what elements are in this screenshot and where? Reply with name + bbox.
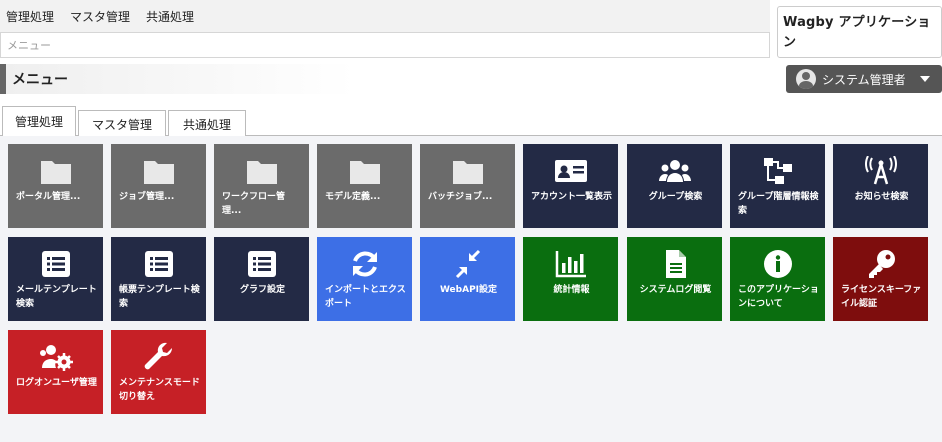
menu-tile[interactable]: モデル定義... (317, 144, 412, 228)
folder-icon (214, 154, 309, 188)
menu-title: メニュー (12, 72, 68, 88)
menu-tile[interactable]: インポートとエクスポート (317, 237, 412, 321)
menu-tile-label: システムログ閲覧 (639, 285, 712, 295)
menu-tile[interactable]: アカウント一覧表示 (523, 144, 618, 228)
menu-tile-label: WebAPI設定 (439, 285, 498, 295)
users-cog-icon (8, 340, 103, 374)
menu-tile[interactable]: ログオンユーザ管理 (8, 330, 103, 414)
menu-tile-label: メンテナンスモード切り替え (119, 378, 200, 402)
wrench-icon (111, 340, 206, 374)
menu-tile-label: ライセンスキーファイル認証 (841, 285, 922, 309)
id-card-icon (523, 154, 618, 188)
sitemap-icon (730, 154, 825, 188)
menu-tile-label: グラフ設定 (239, 285, 285, 295)
menu-tile-label: グループ階層情報検索 (738, 192, 819, 216)
menu-search-input[interactable] (0, 32, 770, 58)
bar-chart-icon (523, 247, 618, 281)
menu-tile-label: お知らせ検索 (854, 192, 909, 202)
top-nav-item-common[interactable]: 共通処理 (146, 8, 194, 25)
folder-icon (420, 154, 515, 188)
broadcast-icon (833, 154, 928, 188)
menu-tile-label: このアプリケーションについて (738, 285, 819, 309)
user-name: システム管理者 (822, 72, 906, 87)
file-text-icon (627, 247, 722, 281)
menu-tile[interactable]: ジョブ管理... (111, 144, 206, 228)
menu-tile[interactable]: 統計情報 (523, 237, 618, 321)
menu-tile-label: 帳票テンプレート検索 (119, 285, 200, 309)
folder-icon (317, 154, 412, 188)
sync-icon (317, 247, 412, 281)
folder-icon (8, 154, 103, 188)
menu-tile-label: ジョブ管理... (119, 192, 175, 202)
folder-icon (111, 154, 206, 188)
tab-admin[interactable]: 管理処理 (2, 106, 76, 137)
menu-tile-label: モデル定義... (325, 192, 381, 202)
menu-tile-label: インポートとエクスポート (325, 285, 406, 309)
user-menu-button[interactable]: システム管理者 (786, 65, 942, 93)
menu-tile-label: ワークフロー管理... (222, 192, 286, 216)
tab-label: マスタ管理 (91, 117, 152, 132)
menu-tile-label: バッチジョブ... (428, 192, 493, 202)
menu-tile[interactable]: グループ階層情報検索 (730, 144, 825, 228)
top-nav-item-admin[interactable]: 管理処理 (6, 8, 54, 25)
tab-common[interactable]: 共通処理 (168, 110, 246, 137)
menu-tile-label: ポータル管理... (16, 192, 81, 202)
list-icon (111, 247, 206, 281)
compress-icon (420, 247, 515, 281)
tab-bar: 管理処理 マスタ管理 共通処理 (0, 106, 942, 137)
menu-tile-panel: ポータル管理... ジョブ管理... ワークフロー管理... モデル定義... バッチジ… (0, 136, 942, 442)
menu-tile-label: アカウント一覧表示 (531, 192, 613, 202)
menu-tile[interactable]: システムログ閲覧 (627, 237, 722, 321)
menu-tile-label: グループ検索 (648, 192, 703, 202)
tab-master[interactable]: マスタ管理 (78, 110, 166, 137)
menu-tile[interactable]: お知らせ検索 (833, 144, 928, 228)
app-name: Wagby アプリケーション (777, 6, 942, 58)
tab-label: 共通処理 (182, 117, 231, 132)
menu-tile[interactable]: メールテンプレート検索 (8, 237, 103, 321)
menu-tile-label: 統計情報 (553, 285, 590, 295)
list-icon (214, 247, 309, 281)
menu-header: メニュー (0, 64, 355, 94)
top-nav-item-master[interactable]: マスタ管理 (70, 8, 130, 25)
menu-tile[interactable]: ワークフロー管理... (214, 144, 309, 228)
menu-tile[interactable]: グラフ設定 (214, 237, 309, 321)
menu-tile-label: ログオンユーザ管理 (16, 378, 97, 388)
menu-tile[interactable]: ポータル管理... (8, 144, 103, 228)
user-avatar-icon (796, 69, 816, 89)
menu-tile-label: メールテンプレート検索 (16, 285, 97, 309)
menu-tile[interactable]: 帳票テンプレート検索 (111, 237, 206, 321)
key-icon (833, 247, 928, 281)
menu-tile[interactable]: メンテナンスモード切り替え (111, 330, 206, 414)
menu-tile[interactable]: ライセンスキーファイル認証 (833, 237, 928, 321)
tab-label: 管理処理 (14, 115, 63, 129)
top-nav: 管理処理 マスタ管理 共通処理 (0, 0, 770, 32)
menu-tile[interactable]: グループ検索 (627, 144, 722, 228)
menu-tile[interactable]: WebAPI設定 (420, 237, 515, 321)
menu-tile[interactable]: このアプリケーションについて (730, 237, 825, 321)
menu-tile[interactable]: バッチジョブ... (420, 144, 515, 228)
list-icon (8, 247, 103, 281)
caret-down-icon (919, 76, 930, 82)
info-icon (730, 247, 825, 281)
users-icon (627, 154, 722, 188)
